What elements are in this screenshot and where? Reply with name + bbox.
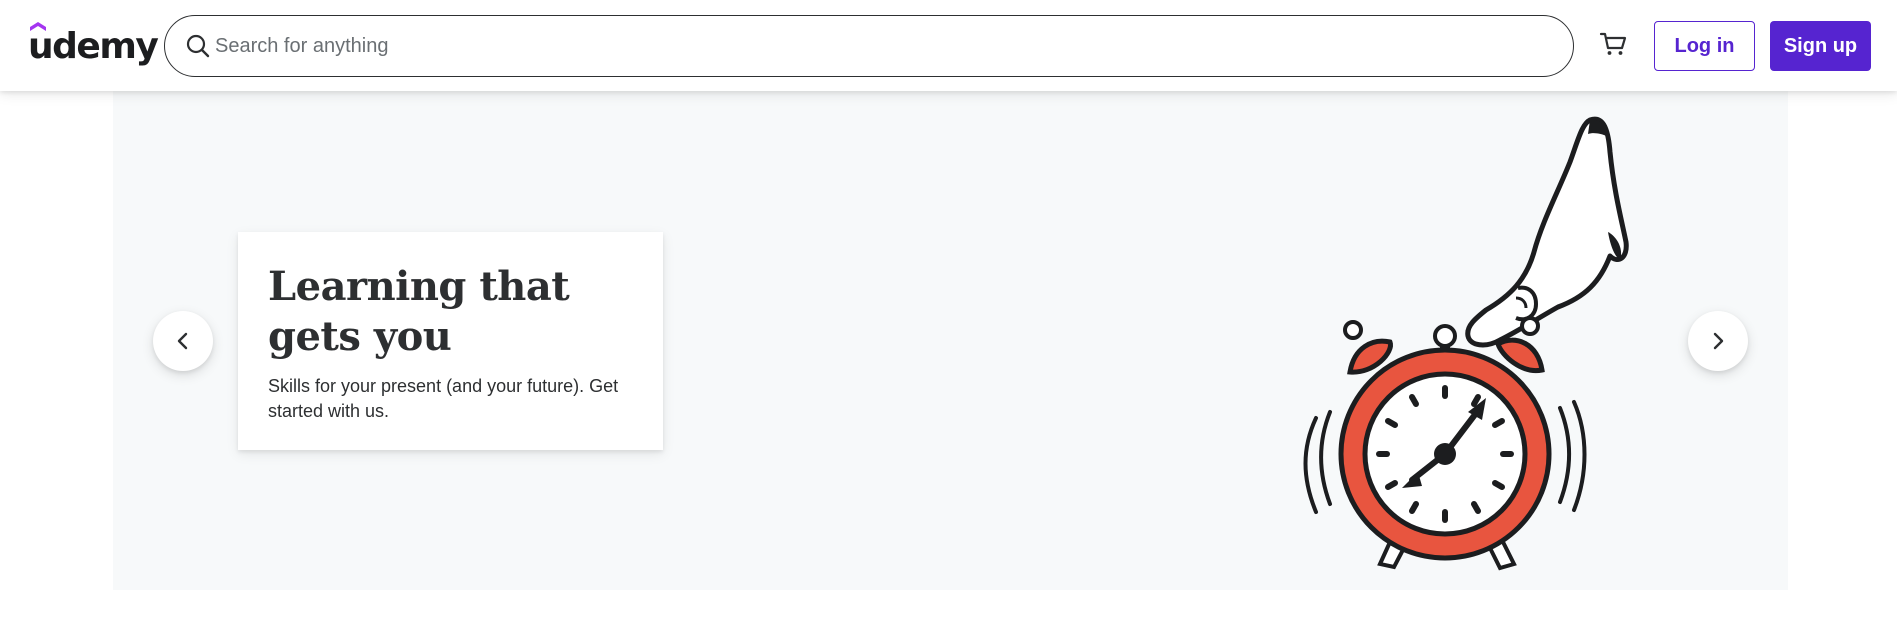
chevron-right-icon (1713, 332, 1724, 350)
cart-icon[interactable] (1598, 28, 1630, 60)
alarm-clock-illustration (1303, 116, 1629, 571)
search-bar[interactable] (164, 15, 1574, 77)
log-in-button[interactable]: Log in (1654, 21, 1755, 71)
hero-title: Learning that gets you (268, 263, 570, 360)
sign-up-button[interactable]: Sign up (1770, 21, 1871, 71)
hero-card: Learning that gets you Skills for your p… (238, 232, 663, 450)
chevron-left-icon (177, 332, 188, 350)
carousel-next-button[interactable] (1688, 311, 1748, 371)
search-input[interactable] (215, 16, 1555, 76)
udemy-logo[interactable]: udemy (28, 22, 159, 68)
logo-text: udemy (28, 26, 159, 67)
hero-subtitle: Skills for your present (and your future… (268, 376, 619, 421)
top-navigation-bar: udemy Log in Sign up (0, 0, 1897, 91)
search-icon[interactable] (185, 33, 211, 59)
pointing-hand-icon (1465, 116, 1629, 348)
carousel-prev-button[interactable] (153, 311, 213, 371)
